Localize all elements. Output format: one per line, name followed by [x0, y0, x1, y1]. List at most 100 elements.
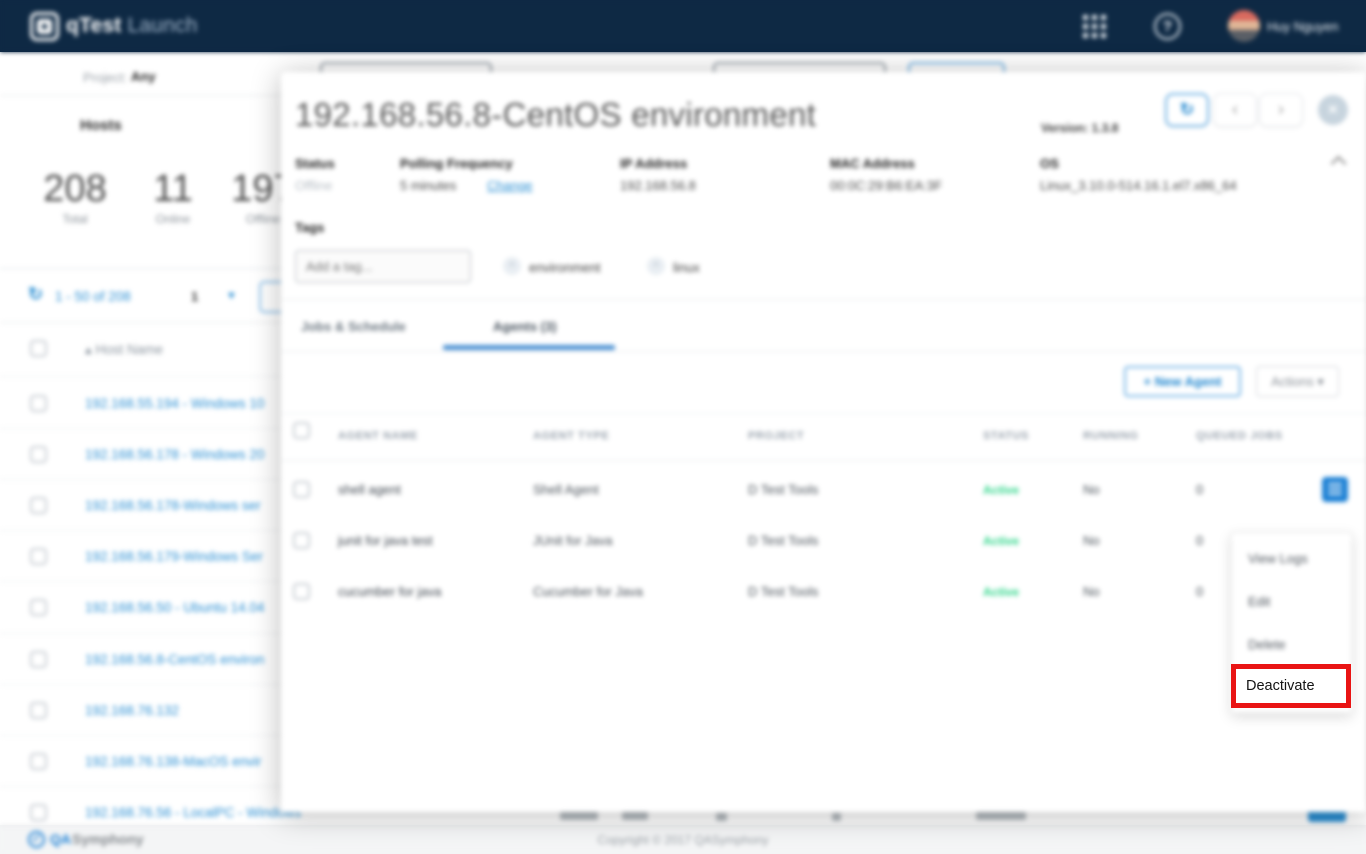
- app-grid-icon[interactable]: [1083, 15, 1111, 41]
- stat-online-label: Online: [155, 212, 191, 226]
- agent-running: No: [1083, 584, 1100, 599]
- agent-project: D Test Tools: [748, 584, 819, 599]
- agent-row-checkbox[interactable]: [293, 481, 310, 498]
- menu-item-view-logs[interactable]: View Logs: [1248, 551, 1308, 566]
- stat-total-label: Total: [62, 212, 88, 226]
- host-row-checkbox[interactable]: [30, 804, 47, 821]
- host-detail-modal: 192.168.56.8-CentOS environment Version:…: [281, 72, 1366, 812]
- collapse-chevron-up-icon[interactable]: [1330, 155, 1347, 172]
- host-link[interactable]: 192.168.56.178-Windows ser: [85, 498, 261, 513]
- help-icon[interactable]: ?: [1154, 13, 1181, 40]
- os-label: OS: [1040, 156, 1059, 171]
- tag-linux: linux: [673, 260, 700, 275]
- host-row-checkbox[interactable]: [30, 753, 47, 770]
- agent-name: cucumber for java: [338, 584, 442, 599]
- add-tag-input[interactable]: [295, 250, 471, 283]
- mac-address-value: 00:0C:29:B6:EA:3F: [830, 178, 943, 193]
- tag-environment: environment: [529, 260, 601, 275]
- menu-item-deactivate-highlighted[interactable]: Deactivate: [1231, 664, 1351, 708]
- col-queued-jobs[interactable]: QUEUED JOBS: [1196, 430, 1283, 442]
- host-row-checkbox[interactable]: [30, 446, 47, 463]
- host-link[interactable]: 192.168.76.56 - LocalPC - Windows: [85, 805, 301, 820]
- host-row-checkbox[interactable]: [30, 599, 47, 616]
- stat-online: 11 Online: [141, 168, 205, 226]
- change-polling-link[interactable]: Change: [487, 178, 533, 193]
- col-project[interactable]: PROJECT: [748, 430, 804, 442]
- previous-host-button[interactable]: ‹: [1213, 93, 1257, 127]
- page-number[interactable]: 1: [191, 289, 198, 304]
- select-all-agents-checkbox[interactable]: [293, 422, 310, 439]
- tab-jobs-schedule[interactable]: Jobs & Schedule: [301, 319, 406, 334]
- host-row-checkbox[interactable]: [30, 651, 47, 668]
- agent-row-checkbox[interactable]: [293, 583, 310, 600]
- blurred-content: qTest Launch ? Huy Nguyen Project: Any H…: [0, 0, 1366, 854]
- host-link[interactable]: 192.168.56.178 - Windows 20: [85, 447, 264, 462]
- host-link[interactable]: 192.168.56.8-CentOS environ: [85, 652, 264, 667]
- col-running[interactable]: RUNNING: [1083, 430, 1139, 442]
- qtest-logo-icon: [30, 12, 59, 41]
- agent-queued: 0: [1196, 482, 1204, 497]
- remove-tag-icon[interactable]: ✕: [647, 257, 665, 275]
- host-name-column-header[interactable]: ▴ Host Name: [85, 342, 163, 358]
- top-navbar: qTest Launch ? Huy Nguyen: [0, 0, 1366, 52]
- stat-online-value: 11: [153, 168, 193, 210]
- col-agent-name[interactable]: AGENT NAME: [338, 430, 418, 442]
- menu-item-delete[interactable]: Delete: [1248, 637, 1286, 652]
- agent-type: Shell Agent: [533, 482, 599, 497]
- os-value: Linux_3.10.0-514.16.1.el7.x86_64: [1040, 178, 1237, 193]
- hosts-section-title: Hosts: [80, 117, 122, 134]
- host-link[interactable]: 192.168.76.138-MacOS envir: [85, 754, 261, 769]
- refresh-list-icon[interactable]: ↻: [28, 284, 43, 305]
- select-all-hosts-checkbox[interactable]: [30, 340, 47, 357]
- screen: qTest Launch ? Huy Nguyen Project: Any H…: [0, 0, 1366, 854]
- refresh-icon: ↻: [1179, 100, 1195, 119]
- agent-queued: 0: [1196, 533, 1204, 548]
- user-name[interactable]: Huy Nguyen: [1267, 19, 1339, 34]
- col-status[interactable]: STATUS: [983, 430, 1029, 442]
- host-link[interactable]: 192.168.56.179-Windows Ser: [85, 549, 263, 564]
- new-agent-button[interactable]: + New Agent: [1124, 366, 1241, 397]
- copyright-text: Copyright © 2017 QASymphony: [597, 833, 769, 847]
- tab-agents[interactable]: Agents (3): [493, 319, 557, 334]
- host-row-checkbox[interactable]: [30, 395, 47, 412]
- host-row-checkbox[interactable]: [30, 548, 47, 565]
- brand-launch: Launch: [127, 14, 198, 37]
- brand-title: qTest Launch: [66, 14, 198, 38]
- col-agent-type[interactable]: AGENT TYPE: [533, 430, 609, 442]
- polling-frequency-label: Polling Frequency: [400, 156, 513, 171]
- chevron-left-icon: ‹: [1232, 99, 1238, 119]
- agent-type: JUnit for Java: [533, 533, 613, 548]
- close-icon: ✕: [1327, 102, 1339, 117]
- agent-project: D Test Tools: [748, 533, 819, 548]
- agent-row-checkbox[interactable]: [293, 532, 310, 549]
- host-link[interactable]: 192.168.56.50 - Ubuntu 14.04: [85, 600, 264, 615]
- chevron-right-icon: ›: [1278, 99, 1284, 119]
- agent-queued: 0: [1196, 584, 1204, 599]
- active-tab-indicator: [443, 345, 615, 350]
- agent-running: No: [1083, 482, 1100, 497]
- agent-status: Active: [983, 585, 1020, 599]
- page-dropdown-caret-icon[interactable]: ▼: [226, 290, 237, 302]
- user-avatar[interactable]: [1228, 10, 1260, 42]
- host-row-checkbox[interactable]: [30, 702, 47, 719]
- agent-running: No: [1083, 533, 1100, 548]
- menu-item-edit[interactable]: Edit: [1248, 594, 1270, 609]
- project-value[interactable]: Any: [131, 69, 156, 84]
- version-text: Version: 1.3.8: [1041, 121, 1119, 135]
- remove-tag-icon[interactable]: ✕: [503, 257, 521, 275]
- stat-total: 208 Total: [43, 168, 107, 226]
- host-link[interactable]: 192.168.76.132: [85, 703, 179, 718]
- modal-refresh-button[interactable]: ↻: [1165, 93, 1209, 127]
- row-menu-button[interactable]: [1322, 477, 1348, 502]
- modal-title: 192.168.56.8-CentOS environment: [295, 96, 817, 133]
- pagination-range[interactable]: 1 - 50 of 208: [55, 289, 131, 304]
- stat-total-value: 208: [43, 168, 107, 210]
- deactivate-label: Deactivate: [1246, 678, 1315, 694]
- status-label: Status: [295, 156, 335, 171]
- close-modal-button[interactable]: ✕: [1318, 95, 1348, 125]
- host-row-checkbox[interactable]: [30, 497, 47, 514]
- next-host-button[interactable]: ›: [1259, 93, 1303, 127]
- actions-dropdown-button[interactable]: Actions ▾: [1256, 366, 1339, 397]
- host-link[interactable]: 192.168.55.194 - Windows 10: [85, 396, 264, 411]
- brand-qtest: qTest: [66, 14, 122, 37]
